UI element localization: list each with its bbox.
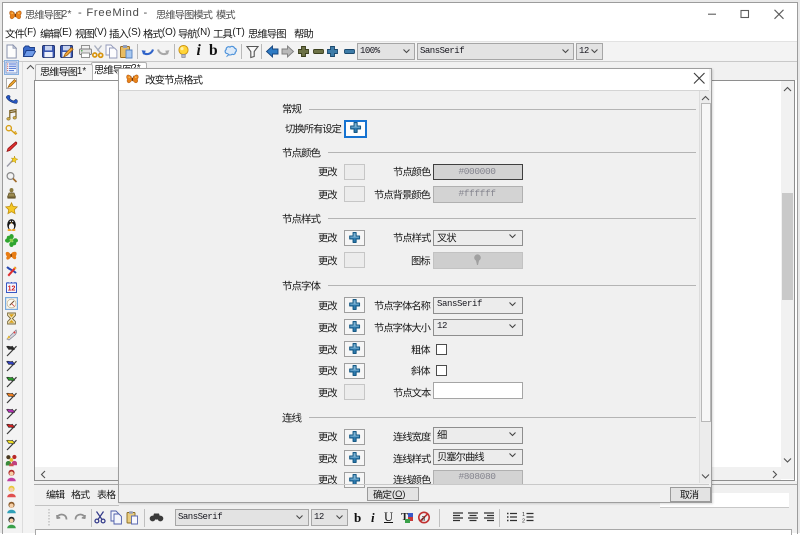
svg-text:a: a	[421, 513, 425, 523]
svg-text:12: 12	[7, 285, 15, 292]
svg-text:2: 2	[522, 519, 525, 525]
svg-text:1: 1	[522, 512, 525, 518]
